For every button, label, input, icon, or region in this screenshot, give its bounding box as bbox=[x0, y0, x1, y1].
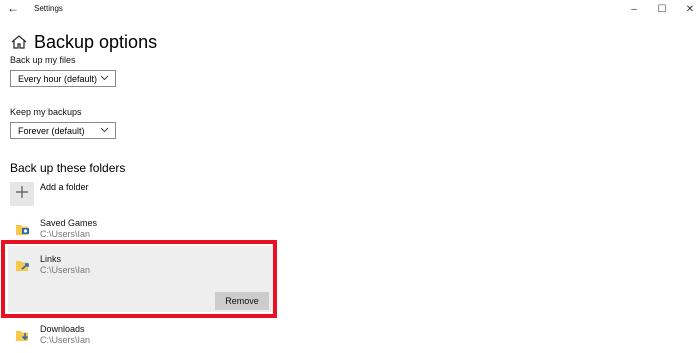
page-title: Backup options bbox=[34, 31, 158, 52]
page-header: Backup options bbox=[10, 30, 157, 54]
maximize-icon[interactable]: ☐ bbox=[648, 0, 676, 18]
highlight-box bbox=[1, 240, 277, 318]
add-folder-button[interactable] bbox=[10, 182, 34, 206]
backup-frequency-dropdown[interactable]: Every hour (default) bbox=[10, 70, 116, 87]
folder-path: C:\Users\Ian bbox=[40, 229, 91, 239]
folder-name[interactable]: Downloads bbox=[40, 324, 85, 334]
minimize-icon[interactable]: – bbox=[620, 0, 648, 18]
chevron-down-icon bbox=[100, 73, 109, 84]
home-icon[interactable] bbox=[10, 33, 28, 51]
retention-dropdown[interactable]: Forever (default) bbox=[10, 122, 116, 139]
add-folder-label[interactable]: Add a folder bbox=[40, 182, 89, 192]
plus-icon bbox=[15, 185, 29, 204]
section-title: Back up these folders bbox=[10, 161, 126, 175]
back-arrow-icon[interactable]: ← bbox=[7, 1, 19, 15]
retention-label: Keep my backups bbox=[10, 107, 82, 117]
retention-value: Forever (default) bbox=[18, 125, 85, 136]
folder-icon bbox=[14, 326, 32, 344]
backup-frequency-label: Back up my files bbox=[10, 55, 76, 65]
folder-name[interactable]: Saved Games bbox=[40, 218, 97, 228]
folder-icon bbox=[14, 220, 32, 238]
folder-path: C:\Users\Ian bbox=[40, 335, 91, 345]
close-icon[interactable]: ✕ bbox=[676, 0, 700, 18]
backup-frequency-value: Every hour (default) bbox=[18, 73, 98, 84]
chevron-down-icon bbox=[100, 125, 109, 136]
title-bar: ← Settings – ☐ ✕ bbox=[0, 0, 700, 18]
window-title: Settings bbox=[34, 4, 63, 13]
